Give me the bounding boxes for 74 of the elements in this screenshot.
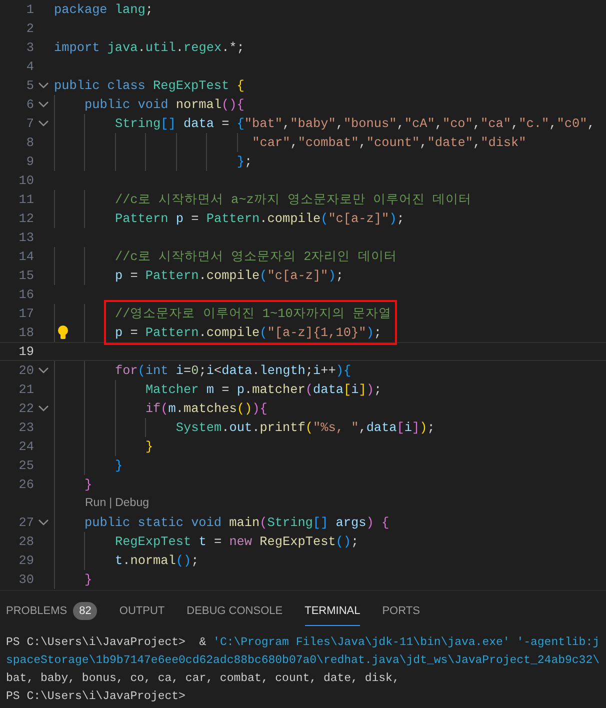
line-number: 21: [18, 381, 34, 399]
line-number: 8: [25, 134, 34, 152]
line-number: 7: [25, 115, 34, 133]
codelens-separator: |: [109, 496, 112, 511]
debug-link[interactable]: Debug: [115, 494, 149, 512]
code-line: public void normal(){: [84, 96, 244, 114]
chevron-down-icon[interactable]: [38, 405, 49, 412]
line-number: 15: [18, 267, 34, 285]
count-badge: 82: [73, 602, 98, 620]
code-line: public static void main(String[] args) {: [84, 514, 390, 532]
code-line: }: [84, 476, 92, 494]
code-line: Pattern p = Pattern.compile("c[a-z]");: [114, 210, 404, 228]
line-number: 12: [18, 210, 34, 228]
code-line: for(int i=0;i<data.length;i++){: [114, 362, 352, 380]
code-line: p = Pattern.compile("c[a-z]");: [114, 267, 344, 285]
code-line: //영소문자로 이루어진 1~10자까지의 문자열: [114, 305, 392, 323]
line-number: 22: [18, 400, 34, 418]
chevron-down-icon[interactable]: [38, 82, 49, 89]
code-line: RegExpTest t = new RegExpTest();: [114, 533, 359, 551]
line-number: 6: [25, 96, 34, 114]
code-line: t.normal();: [114, 552, 199, 570]
code-line: "car","combat","count","date","disk": [252, 134, 526, 152]
chevron-down-icon[interactable]: [38, 101, 49, 108]
code-line: //c로 시작하면서 영소문자의 2자리인 데이터: [114, 248, 397, 266]
line-number: 28: [18, 533, 34, 551]
code-line: p = Pattern.compile("[a-z]{1,10}");: [114, 324, 382, 342]
line-number: 13: [18, 229, 34, 247]
line-number: 29: [18, 552, 34, 570]
code-line: public class RegExpTest {: [54, 77, 244, 95]
line-number: 9: [25, 153, 34, 171]
line-number: 16: [18, 286, 34, 304]
line-number: 5: [25, 77, 34, 95]
code-line: String[] data = {"bat","baby","bonus","cA","co","ca","c.","c0",: [114, 115, 595, 133]
code-line: System.out.printf("%s, ",data[i]);: [176, 419, 435, 437]
line-number: 19: [18, 343, 34, 361]
line-number: 25: [18, 457, 34, 475]
panel-tab[interactable]: OUTPUT: [119, 597, 165, 626]
panel-tab[interactable]: TERMINAL: [304, 597, 360, 626]
code-line: }: [84, 571, 92, 589]
line-number: 23: [18, 419, 34, 437]
code-line: Matcher m = p.matcher(data[i]);: [145, 381, 382, 399]
code-line: //c로 시작하면서 a~z까지 영소문자로만 이루어진 데이터: [114, 191, 472, 209]
terminal-line: spaceStorage\1b9b7147e6ee0cd62adc88bc680b07a0\redhat.java\jdt_ws\JavaProject_24ab9c32\: [6, 653, 600, 669]
chevron-down-icon[interactable]: [38, 519, 49, 526]
terminal-line: bat, baby, bonus, co, ca, car, combat, count, date, disk,: [6, 671, 400, 687]
code-line: }: [114, 457, 123, 475]
line-number: 10: [18, 172, 34, 190]
line-number: 20: [18, 362, 34, 380]
chevron-down-icon[interactable]: [38, 120, 49, 127]
lightbulb-icon[interactable]: [57, 325, 69, 340]
code-line: import java.util.regex.*;: [54, 39, 244, 57]
line-number: 14: [18, 248, 34, 266]
line-number: 30: [18, 571, 34, 589]
panel-tab[interactable]: PORTS: [382, 597, 420, 626]
line-number: 24: [18, 438, 34, 456]
terminal-line: PS C:\Users\i\JavaProject>: [6, 689, 186, 705]
terminal-line: PS C:\Users\i\JavaProject> & 'C:\Program Files\Java\jdk-11\bin\java.exe' '-agentlib:j: [6, 635, 600, 651]
line-number: 17: [18, 305, 34, 323]
code-line: };: [236, 153, 252, 171]
chevron-down-icon[interactable]: [38, 367, 49, 374]
line-number: 18: [18, 324, 34, 342]
line-number: 1: [25, 1, 34, 19]
panel-tab[interactable]: PROBLEMS 82: [6, 597, 98, 626]
line-number: 11: [18, 191, 34, 209]
code-line: package lang;: [54, 1, 154, 19]
code-line: if(m.matches()){: [145, 400, 268, 418]
line-number: 27: [18, 514, 34, 532]
line-number: 26: [18, 476, 34, 494]
panel-tab[interactable]: DEBUG CONSOLE: [186, 597, 283, 626]
run-link[interactable]: Run: [85, 494, 106, 512]
line-number: 3: [25, 39, 34, 57]
line-number: 2: [25, 20, 34, 38]
code-line: }: [145, 438, 154, 456]
line-number: 4: [25, 58, 34, 76]
